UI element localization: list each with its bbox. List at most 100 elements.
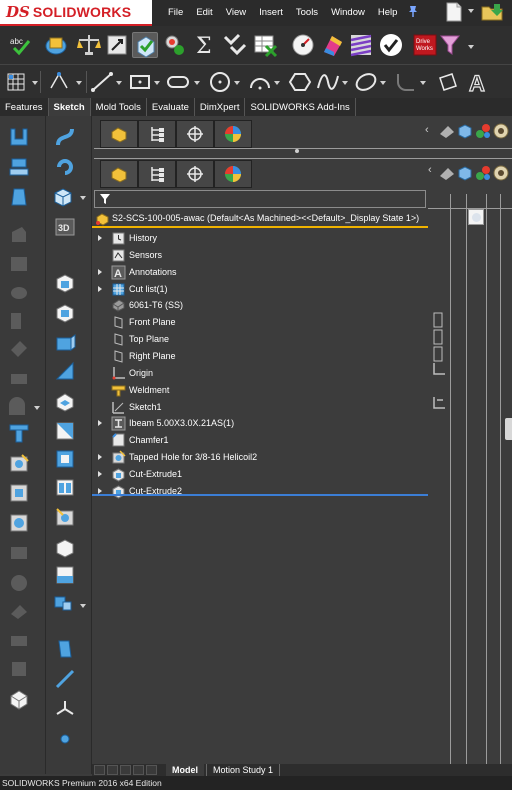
- menu-item-tools[interactable]: Tools: [296, 7, 318, 18]
- coordinate-system-icon[interactable]: [54, 698, 76, 720]
- move-face-icon[interactable]: [52, 592, 74, 614]
- check-sketch-icon[interactable]: [132, 32, 158, 58]
- expand-arrow-icon[interactable]: [98, 454, 102, 461]
- tab-motion-study[interactable]: Motion Study 1: [206, 764, 281, 776]
- boss-extrude-icon[interactable]: [52, 186, 74, 208]
- deviation-analysis-icon[interactable]: [162, 32, 188, 58]
- cosmetic-thread-icon[interactable]: [8, 512, 30, 534]
- rollback-bar[interactable]: [92, 494, 428, 496]
- plane-icon[interactable]: [436, 70, 460, 94]
- tree-item-annotations[interactable]: A Annotations: [92, 264, 428, 281]
- arc-icon[interactable]: [248, 70, 272, 94]
- tree-item-history[interactable]: History: [92, 230, 428, 247]
- extrude-dropdown-icon[interactable]: [80, 196, 86, 200]
- tree-item-cut-list-1[interactable]: Cut list(1): [92, 281, 428, 298]
- hide-show-icon[interactable]: [438, 164, 456, 182]
- scene-icon[interactable]: [492, 164, 510, 182]
- property-manager-tab[interactable]: [138, 120, 176, 148]
- appearance-icon[interactable]: [474, 164, 492, 182]
- circle-dropdown-icon[interactable]: [234, 81, 240, 85]
- tab-model[interactable]: Model: [166, 764, 204, 776]
- wrap-icon[interactable]: [54, 390, 76, 412]
- open-document-icon[interactable]: [480, 2, 503, 22]
- first-tab-button[interactable]: [94, 765, 105, 775]
- tree-item-cut-extrude1[interactable]: Cut-Extrude1: [92, 466, 428, 483]
- zebra-stripes-icon[interactable]: [348, 32, 374, 58]
- spell-check-icon[interactable]: abc: [8, 32, 34, 58]
- menu-item-insert[interactable]: Insert: [259, 7, 283, 18]
- equations-icon[interactable]: Σ: [192, 32, 218, 59]
- smart-dimension-icon[interactable]: [48, 70, 72, 94]
- tool-dropdown-icon[interactable]: [34, 406, 40, 410]
- tree-item-front-plane[interactable]: Front Plane: [92, 314, 428, 331]
- splitter-handle[interactable]: [295, 149, 299, 153]
- collapse-arrow-icon[interactable]: ‹: [425, 124, 429, 136]
- dimension-dropdown-icon[interactable]: [76, 81, 82, 85]
- expand-arrow-icon[interactable]: [98, 470, 102, 477]
- expand-arrow-icon[interactable]: [98, 285, 102, 292]
- tree-item-ibeam-5-00x3-0x-21as-1[interactable]: Ibeam 5.00X3.0X.21AS(1): [92, 415, 428, 432]
- mold-tool-icon[interactable]: [8, 688, 30, 710]
- shell-icon[interactable]: [54, 302, 76, 324]
- text-icon[interactable]: A: [466, 70, 490, 96]
- feature-manager-tab[interactable]: [100, 120, 138, 148]
- driveworks-icon[interactable]: Drive Works: [412, 32, 438, 58]
- property-manager-tab[interactable]: [138, 160, 176, 188]
- tree-item-top-plane[interactable]: Top Plane: [92, 331, 428, 348]
- tab-dimxpert[interactable]: DimXpert: [195, 98, 246, 116]
- dimxpert-manager-tab[interactable]: [176, 120, 214, 148]
- point-icon[interactable]: [54, 728, 76, 750]
- tree-item-weldment[interactable]: Weldment: [92, 382, 428, 399]
- section-properties-icon[interactable]: [104, 32, 130, 58]
- revolve-icon[interactable]: [54, 156, 76, 178]
- curves-icon[interactable]: [54, 668, 76, 690]
- counterbore-icon[interactable]: [8, 482, 30, 504]
- tree-filter-input[interactable]: [94, 190, 426, 208]
- menu-item-window[interactable]: Window: [331, 7, 365, 18]
- sweep-icon[interactable]: [54, 126, 76, 148]
- combine-icon[interactable]: [54, 564, 76, 586]
- tree-item-origin[interactable]: Origin: [92, 365, 428, 382]
- excel-table-icon[interactable]: [252, 32, 278, 58]
- display-manager-tab[interactable]: [214, 120, 252, 148]
- feature-manager-tab[interactable]: [100, 160, 138, 188]
- spline-icon[interactable]: [316, 70, 340, 94]
- appearance-swatch[interactable]: [468, 209, 484, 225]
- move-face-dropdown-icon[interactable]: [80, 604, 86, 608]
- hole-wizard-icon[interactable]: [8, 452, 30, 474]
- split-icon[interactable]: [54, 476, 76, 498]
- design-checker-icon[interactable]: [222, 32, 248, 58]
- fillet-dropdown-icon[interactable]: [420, 81, 426, 85]
- filter-dropdown-icon[interactable]: [468, 45, 474, 49]
- ellipse-dropdown-icon[interactable]: [380, 81, 386, 85]
- tree-item-cut-extrude2[interactable]: Cut-Extrude2: [92, 483, 428, 500]
- line-icon[interactable]: [90, 70, 114, 94]
- solid-block-icon[interactable]: [54, 272, 76, 294]
- ellipse-icon[interactable]: [354, 70, 378, 94]
- new-dropdown-icon[interactable]: [468, 9, 474, 15]
- tab-features[interactable]: Features: [0, 98, 49, 116]
- part-root-row[interactable]: S2-SCS-100-005-awac (Default<As Machined…: [92, 208, 428, 228]
- expand-arrow-icon[interactable]: [98, 235, 102, 241]
- tree-item-tapped-hole-for-3-8-16-helicoil2[interactable]: Tapped Hole for 3/8-16 Helicoil2: [92, 449, 428, 466]
- scene-icon[interactable]: [492, 122, 510, 140]
- loft-icon[interactable]: [8, 156, 30, 178]
- rib-icon[interactable]: [54, 360, 76, 382]
- extrude-icon[interactable]: [8, 186, 30, 208]
- tab-mold-tools[interactable]: Mold Tools: [91, 98, 147, 116]
- indent-icon[interactable]: [54, 536, 76, 558]
- pipe-support-icon[interactable]: [8, 422, 30, 444]
- expand-arrow-icon[interactable]: [98, 268, 102, 275]
- view-cube-icon[interactable]: [456, 164, 474, 182]
- new-document-icon[interactable]: [444, 2, 466, 22]
- performance-evaluation-icon[interactable]: [290, 32, 316, 58]
- slot-icon[interactable]: [166, 70, 190, 94]
- expand-arrow-icon[interactable]: [98, 487, 102, 494]
- checkmark-icon[interactable]: [378, 32, 404, 58]
- tree-item-6061-t6-ss[interactable]: 6061-T6 (SS): [92, 297, 428, 314]
- tree-item-right-plane[interactable]: Right Plane: [92, 348, 428, 365]
- draft-analysis-icon[interactable]: [320, 32, 346, 58]
- arc-dropdown-icon[interactable]: [274, 81, 280, 85]
- view-cube-icon[interactable]: [456, 122, 474, 140]
- measure-icon[interactable]: [44, 32, 70, 58]
